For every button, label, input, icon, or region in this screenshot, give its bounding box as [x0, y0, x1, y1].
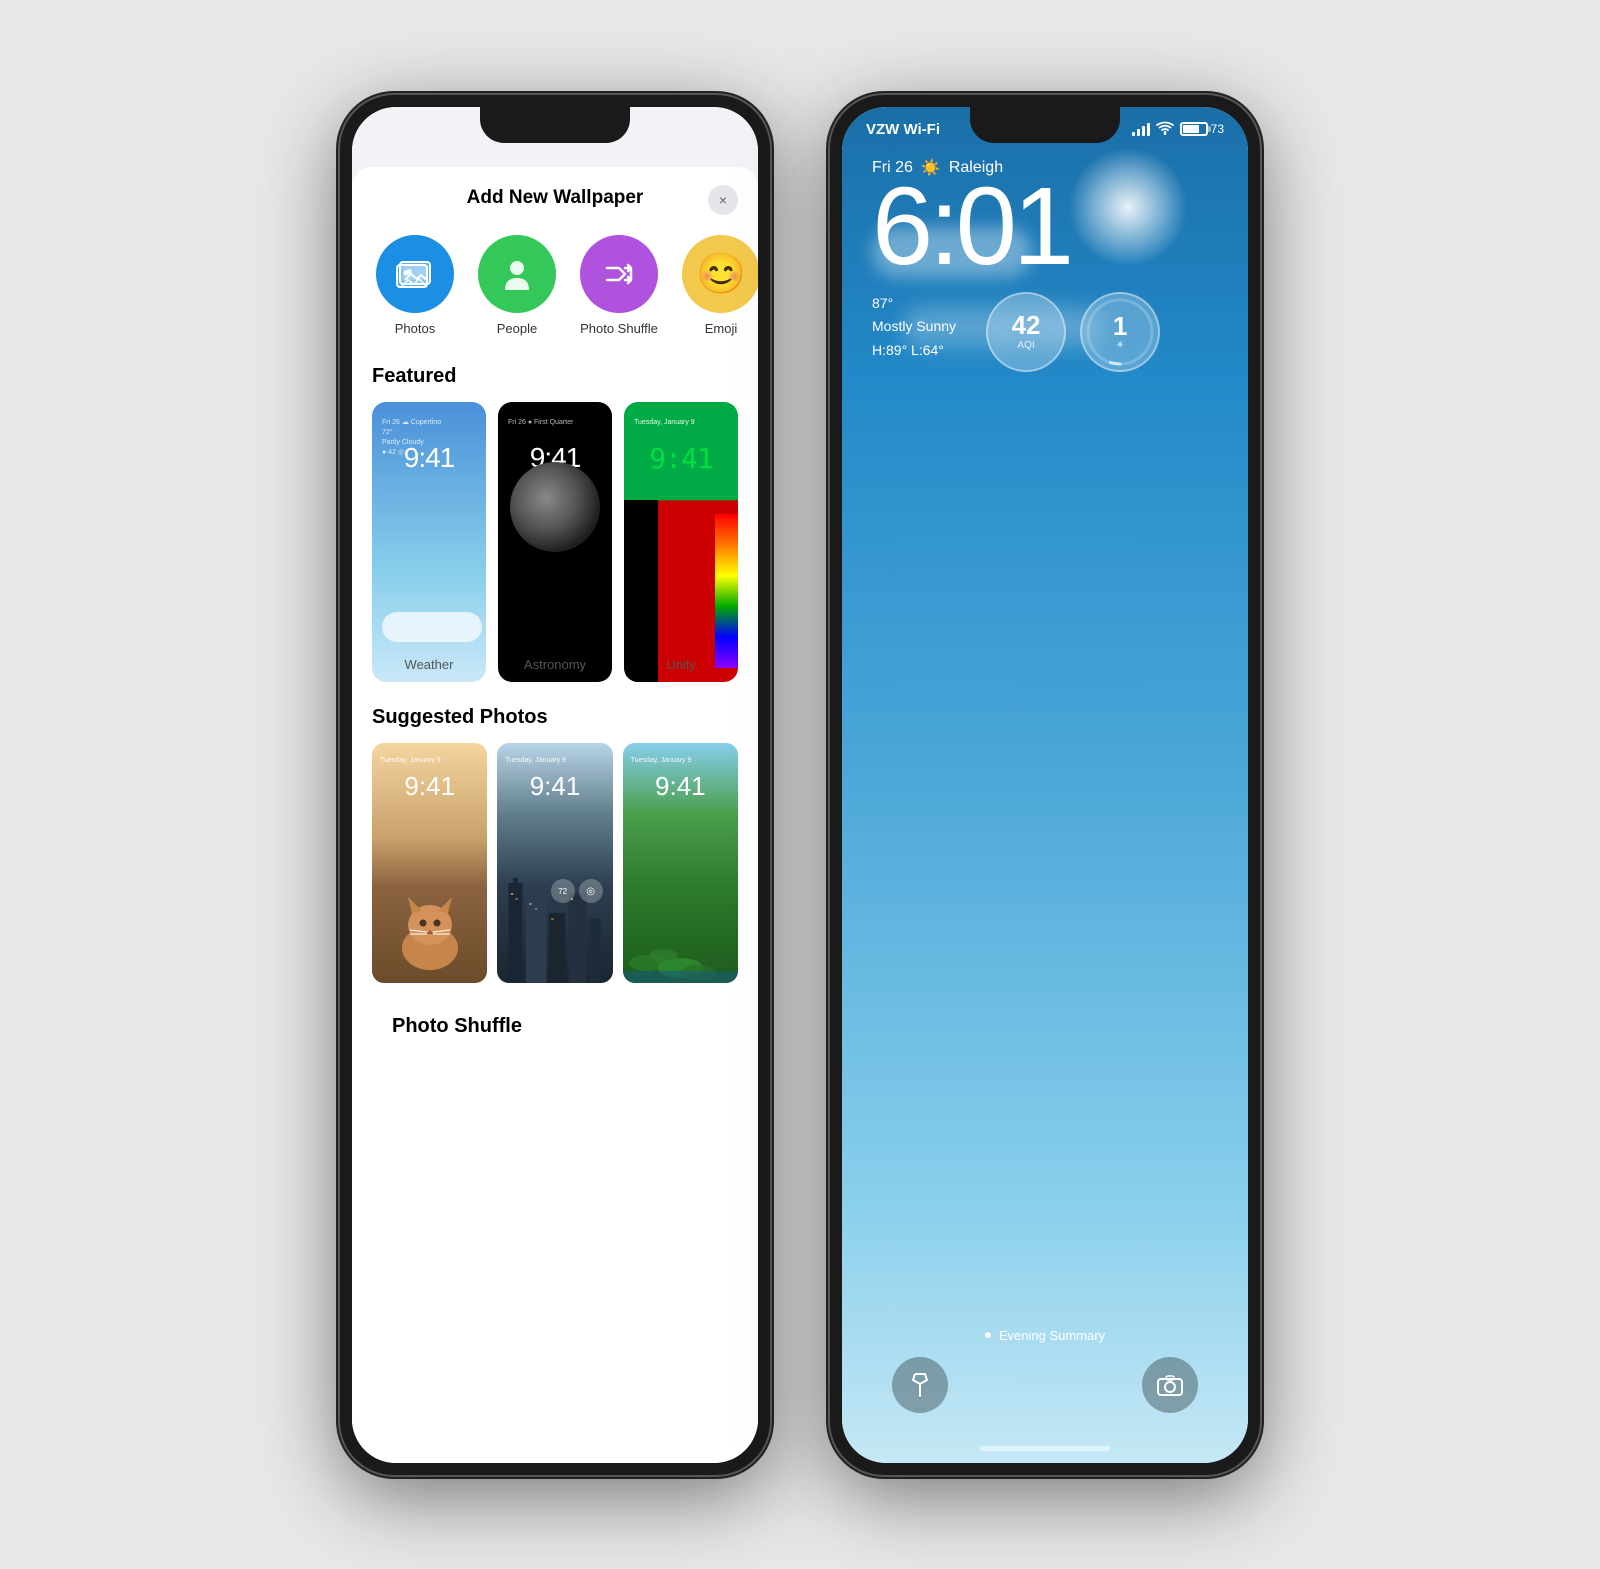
sugg-mini-nature: Tuesday, January 9: [631, 757, 692, 764]
aqi-value: 42: [1012, 312, 1041, 338]
battery-fill: [1183, 125, 1199, 133]
notification-text: Evening Summary: [999, 1328, 1105, 1343]
aqi-label: AQI: [1017, 340, 1034, 351]
modal-header: Add New Wallpaper ×: [352, 167, 758, 225]
battery-percentage: 73: [1211, 122, 1224, 136]
notch: [480, 107, 630, 143]
cat-photo-card[interactable]: Tuesday, January 9 9:41: [372, 743, 487, 983]
cat-card-time: 9:41: [372, 771, 487, 802]
nature-photo-card[interactable]: Tuesday, January 9 9:41: [623, 743, 738, 983]
flashlight-icon: [909, 1372, 931, 1398]
emoji-icon-circle: 😊: [682, 235, 758, 313]
weather-card-label: Weather: [372, 657, 486, 672]
left-phone: Add New Wallpaper ×: [340, 95, 770, 1475]
battery-indicator: 73: [1180, 122, 1224, 136]
weather-text: 87° Mostly Sunny H:89° L:64°: [872, 292, 956, 363]
unity-card-time: 9:41: [624, 442, 738, 475]
shuffle-icon: [599, 254, 639, 294]
signal-icon: [1132, 122, 1150, 136]
photo-shuffle-header: Photo Shuffle: [372, 1007, 738, 1052]
right-phone: VZW Wi-Fi: [830, 95, 1260, 1475]
right-phone-screen: VZW Wi-Fi: [842, 107, 1248, 1463]
left-phone-screen: Add New Wallpaper ×: [352, 107, 758, 1463]
carrier-text: VZW Wi-Fi: [866, 121, 940, 138]
wifi-icon: [1156, 121, 1174, 138]
people-label: People: [497, 321, 537, 338]
date-location-section: Fri 26 ☀️ Raleigh 6:01 87° Mostly Sunny …: [842, 138, 1248, 372]
signal-bar-2: [1137, 129, 1140, 136]
close-button[interactable]: ×: [708, 185, 738, 215]
uv-widget: 1 ☀: [1080, 292, 1160, 372]
lock-screen-time: 6:01: [872, 172, 1218, 282]
unity-mini-info: Tuesday, January 9: [634, 418, 695, 428]
weather-widgets-row: 87° Mostly Sunny H:89° L:64° 42 AQI: [872, 292, 1218, 372]
featured-header: Featured: [352, 357, 758, 402]
city-photo-card[interactable]: Tuesday, January 9 9:41: [497, 743, 612, 983]
photo-shuffle-section: Photo Shuffle: [352, 999, 758, 1068]
unity-card-label: Unity: [624, 657, 738, 672]
suggested-grid: Tuesday, January 9 9:41: [352, 743, 758, 999]
weather-card-time: 9:41: [372, 442, 486, 474]
status-icons: 73: [1132, 121, 1224, 138]
signal-bar-4: [1147, 123, 1150, 136]
photos-label: Photos: [395, 321, 435, 338]
wallpaper-type-icons: Photos People: [352, 225, 758, 358]
aqi-widget: 42 AQI: [986, 292, 1066, 372]
wallpaper-type-people[interactable]: People: [478, 235, 556, 338]
nature-svg: [623, 883, 738, 983]
modal-title: Add New Wallpaper: [467, 187, 644, 209]
city-widgets: 72 ◎: [551, 879, 603, 903]
astro-card-label: Astronomy: [498, 657, 612, 672]
sugg-mini-city: Tuesday, January 9: [505, 757, 566, 764]
flashlight-button[interactable]: [892, 1357, 948, 1413]
featured-section: Featured Fri 26 ☁ Cupertino72°Partly Clo…: [352, 357, 758, 698]
lily-pads: [623, 883, 738, 983]
wallpaper-screen: Add New Wallpaper ×: [352, 107, 758, 1463]
battery-icon: [1180, 122, 1208, 136]
photos-icon: [395, 254, 435, 294]
bottom-action-bar: [842, 1357, 1248, 1413]
home-indicator: [980, 1446, 1110, 1451]
suggested-header: Suggested Photos: [352, 698, 758, 743]
camera-button[interactable]: [1142, 1357, 1198, 1413]
high-low-text: H:89° L:64°: [872, 339, 956, 363]
moon-image: [510, 462, 600, 552]
notification-bar: Evening Summary: [985, 1328, 1105, 1343]
signal-bar-1: [1132, 132, 1135, 136]
people-icon-circle: [478, 235, 556, 313]
temp-text: 87°: [872, 292, 956, 316]
notification-dot: [985, 1332, 991, 1338]
sugg-mini-cat: Tuesday, January 9: [380, 757, 441, 764]
people-icon: [497, 254, 537, 294]
wallpaper-type-photos[interactable]: Photos: [376, 235, 454, 338]
photos-icon-circle: [376, 235, 454, 313]
suggested-section: Suggested Photos Tuesday, January 9 9:41: [352, 698, 758, 999]
unity-black: [624, 500, 658, 682]
right-notch: [970, 107, 1120, 143]
uv-arc: [1082, 294, 1158, 370]
emoji-label: Emoji: [705, 321, 738, 338]
unity-featured-card[interactable]: Tuesday, January 9 9:41 Unity: [624, 402, 738, 682]
wallpaper-type-photo-shuffle[interactable]: Photo Shuffle: [580, 235, 658, 338]
cat-illustration: [390, 883, 470, 973]
featured-grid: Fri 26 ☁ Cupertino72°Partly Cloudy● 42 ◎…: [352, 402, 758, 698]
signal-bar-3: [1142, 126, 1145, 136]
cat-svg: [390, 883, 470, 973]
wallpaper-type-emoji[interactable]: 😊 Emoji: [682, 235, 758, 338]
astronomy-featured-card[interactable]: Fri 26 ● First Quarter 9:41 Astronomy: [498, 402, 612, 682]
widget-area: 42 AQI 1 ☀: [986, 292, 1160, 372]
nature-card-time: 9:41: [623, 771, 738, 802]
city-card-time: 9:41: [497, 771, 612, 802]
cloud-decoration: [382, 612, 482, 642]
astro-mini-info: Fri 26 ● First Quarter: [508, 418, 573, 428]
photo-shuffle-icon-circle: [580, 235, 658, 313]
camera-icon: [1157, 1374, 1183, 1396]
wifi-svg: [1156, 121, 1174, 135]
wallpaper-modal: Add New Wallpaper ×: [352, 167, 758, 1463]
photo-shuffle-label: Photo Shuffle: [580, 321, 658, 338]
weather-featured-card[interactable]: Fri 26 ☁ Cupertino72°Partly Cloudy● 42 ◎…: [372, 402, 486, 682]
unity-rainbow: [715, 514, 738, 668]
lock-screen: VZW Wi-Fi: [842, 107, 1248, 1463]
condition-text: Mostly Sunny: [872, 315, 956, 339]
